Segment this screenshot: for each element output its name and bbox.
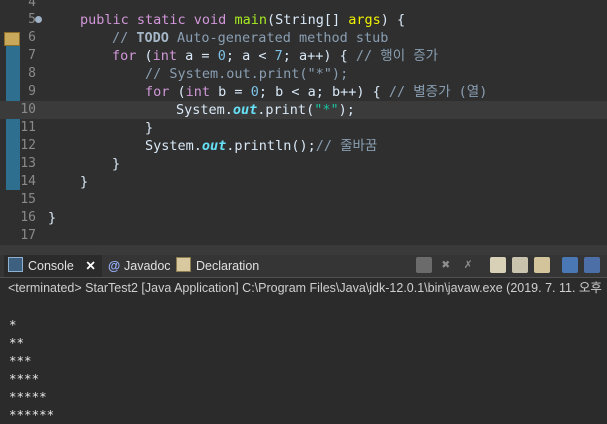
code-line[interactable]: 5 public static void main(String[] args)… (0, 11, 607, 29)
javadoc-icon: @ (108, 259, 121, 273)
terminate-icon[interactable] (416, 257, 432, 273)
pin-console-icon[interactable] (562, 257, 578, 273)
line-number: 12 (20, 138, 36, 153)
code-text: public static void main(String[] args) { (80, 12, 406, 28)
code-text: System.out.print("*"); (176, 102, 355, 118)
clear-console-icon[interactable] (490, 257, 506, 273)
line-number: 6 (28, 30, 36, 45)
console-status: <terminated> StarTest2 [Java Application… (0, 278, 607, 298)
line-number: 15 (20, 192, 36, 207)
tab-javadoc[interactable]: @ Javadoc (104, 255, 175, 277)
line-number: 14 (20, 174, 36, 189)
output-line: **** (9, 371, 40, 386)
code-line[interactable]: 7 for (int a = 0; a < 7; a++) { // 행이 증가 (0, 47, 607, 65)
word-wrap-icon[interactable] (534, 257, 550, 273)
code-line-current[interactable]: 10 System.out.print("*"); (0, 101, 607, 119)
tab-console[interactable]: Console ✕ (4, 255, 102, 277)
code-text: System.out.println();// 줄바꿈 (145, 138, 378, 154)
line-number: 16 (20, 210, 36, 225)
tab-label: Declaration (196, 259, 260, 273)
scroll-lock-icon[interactable] (512, 257, 528, 273)
console-icon (8, 257, 23, 272)
tab-declaration[interactable]: Declaration (172, 255, 263, 277)
remove-all-icon[interactable]: ✗ (460, 257, 476, 273)
line-number: 9 (28, 84, 36, 99)
line-number: 8 (28, 66, 36, 81)
code-line[interactable]: 13 } (0, 155, 607, 173)
line-number: 7 (28, 48, 36, 63)
display-console-icon[interactable] (584, 257, 600, 273)
code-line[interactable]: 8 // System.out.print("*"); (0, 65, 607, 83)
code-line[interactable]: 15 (0, 191, 607, 209)
output-line: *** (9, 353, 32, 368)
code-text: } (48, 210, 57, 226)
line-number: 10 (20, 102, 36, 117)
tab-label: Console (28, 259, 74, 273)
code-text: } (112, 156, 121, 172)
line-number: 17 (20, 228, 36, 243)
panel-splitter[interactable] (0, 245, 607, 255)
code-comment: // TODO Auto-generated method stub (112, 30, 389, 46)
console-toolbar: ✖ ✗ (412, 257, 607, 275)
console-output[interactable]: * ** *** **** ***** ****** (0, 300, 607, 424)
code-line[interactable]: 16 } (0, 209, 607, 227)
code-editor[interactable]: 4 5 public static void main(String[] arg… (0, 0, 607, 245)
output-line: ** (9, 335, 25, 350)
code-comment: // System.out.print("*"); (145, 66, 349, 82)
code-text: for (int b = 0; b < a; b++) { // 별증가 (열) (145, 84, 488, 100)
line-number: 5 (28, 12, 36, 27)
code-line[interactable]: 17 (0, 227, 607, 245)
code-line[interactable]: 9 for (int b = 0; b < a; b++) { // 별증가 (… (0, 83, 607, 101)
code-line[interactable]: 6 // TODO Auto-generated method stub (0, 29, 607, 47)
remove-launch-icon[interactable]: ✖ (438, 257, 454, 273)
code-line[interactable]: 11 } (0, 119, 607, 137)
output-line: ***** (9, 389, 47, 404)
line-number: 11 (20, 120, 36, 135)
code-line[interactable]: 14 } (0, 173, 607, 191)
line-number: 13 (20, 156, 36, 171)
output-line: * (9, 317, 17, 332)
code-text: for (int a = 0; a < 7; a++) { // 행이 증가 (112, 48, 439, 64)
output-line: ****** (9, 407, 55, 422)
code-text: } (80, 174, 89, 190)
declaration-icon (176, 257, 191, 272)
code-text: } (145, 120, 154, 136)
code-line[interactable]: 12 System.out.println();// 줄바꿈 (0, 137, 607, 155)
tab-label: Javadoc (124, 259, 171, 273)
close-icon[interactable]: ✕ (85, 255, 95, 277)
